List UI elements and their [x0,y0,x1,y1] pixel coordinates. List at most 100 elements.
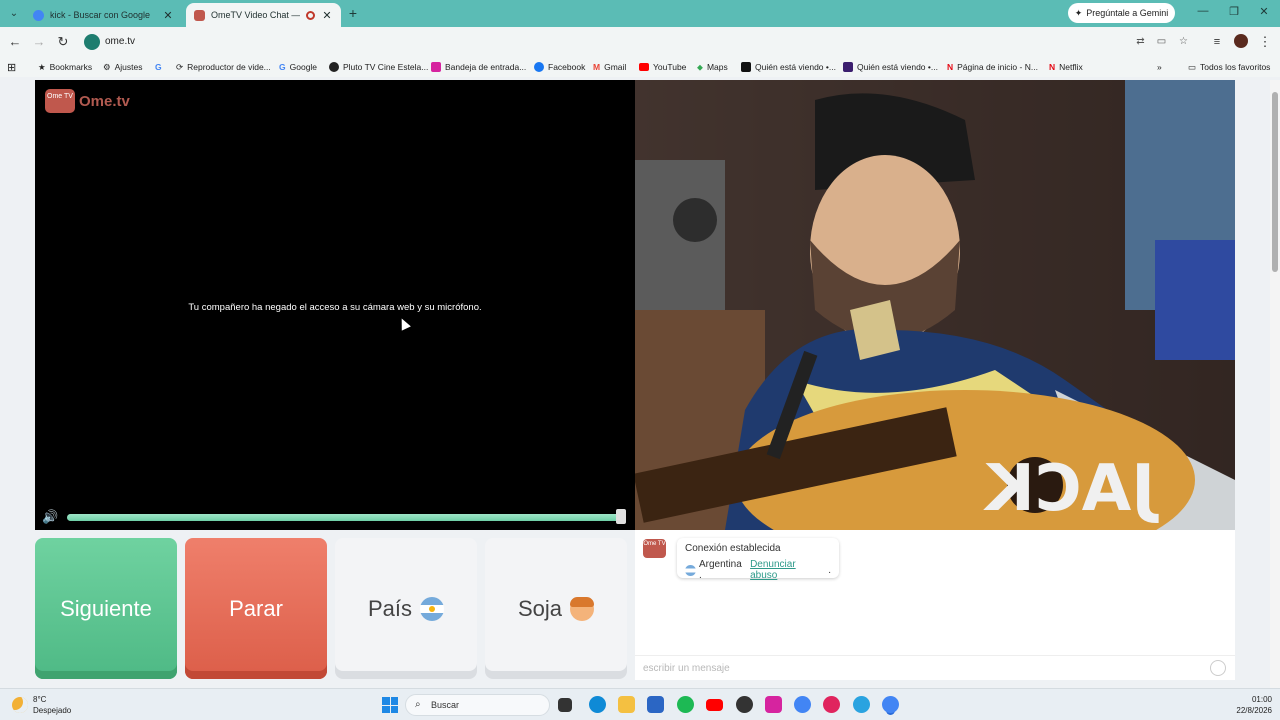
new-tab-plus-icon[interactable]: + [346,5,360,21]
store-icon[interactable] [647,696,664,713]
bookmark-item[interactable]: Facebook [534,60,585,74]
bookmark-item[interactable]: ★ Bookmarks [38,60,92,74]
chat-message-input[interactable]: escribir un mensaje [635,655,1235,680]
weather-description[interactable]: Despejado [33,706,71,715]
bookmark-item[interactable]: N Netflix [1049,60,1083,74]
edge-icon[interactable] [589,696,606,713]
close-window-icon[interactable]: ✕ [1257,5,1271,18]
translate-icon[interactable]: ⇄ [1134,35,1147,48]
facebook-icon [534,62,544,72]
bookmark-star-icon[interactable]: ☆ [1177,35,1190,48]
url-text[interactable]: ome.tv [105,36,135,47]
bookmark-item[interactable]: Quién está viendo •... [843,60,938,74]
bookmark-item[interactable]: G Google [279,60,317,74]
netflix-icon: N [1049,62,1056,72]
bookmark-item[interactable]: N Página de inicio - N... [947,60,1038,74]
ometv-logo[interactable]: Ome TV Ome.tv [45,89,130,113]
apps-grid-icon[interactable]: ⊞ [7,60,16,74]
partner-video: Ome TV Ome.tv Tu compañero ha negado el … [35,80,635,530]
tv-logo-icon: Ome TV [45,89,75,113]
more-bookmarks-chevron-icon[interactable]: » [1157,60,1162,74]
media-player-icon[interactable] [823,696,840,713]
bookmark-item[interactable]: Pluto TV Cine Estela... [329,60,428,74]
bookmark-item[interactable]: M Gmail [593,60,626,74]
close-tab-icon[interactable]: ✕ [321,9,333,22]
youtube-icon [639,63,649,71]
bookmark-item[interactable]: G [155,60,162,74]
task-view-icon[interactable] [558,698,572,712]
back-arrow-icon[interactable]: ← [7,34,23,50]
cast-icon[interactable]: ▭ [1155,35,1168,48]
clock-date[interactable]: 22/8/2026 [1222,706,1272,715]
connection-status: Conexión establecida [685,543,781,554]
page-scrollbar[interactable] [1270,80,1280,688]
volume-slider[interactable] [67,514,621,521]
close-tab-icon[interactable]: ✕ [162,9,174,22]
telegram-icon[interactable] [853,696,870,713]
windows-taskbar: 8°C Despejado ⌕ Buscar 01:00 22/8/2026 [0,688,1280,720]
forward-arrow-icon[interactable]: → [31,34,47,50]
ometv-favicon-icon [194,9,205,21]
next-button[interactable]: Siguiente [35,538,177,679]
max-icon [843,62,853,72]
windows-start-icon[interactable] [382,697,398,713]
folder-icon: ▭ [1188,61,1197,72]
report-abuse-link[interactable]: Denunciar abuso [750,559,825,581]
clock-time[interactable]: 01:00 [1222,695,1272,704]
minimize-window-icon[interactable]: — [1196,5,1210,17]
volume-fill [67,514,621,521]
stop-button[interactable]: Parar [185,538,327,679]
scrollbar-thumb[interactable] [1272,92,1278,272]
bookmark-item[interactable]: ⟳ Reproductor de vide... [176,60,271,74]
file-explorer-icon[interactable] [618,696,635,713]
maps-icon: ⬥ [697,61,703,72]
tab-search-chevron-icon[interactable]: ⌄ [6,6,22,22]
tab-ometv[interactable]: OmeTV Video Chat — Altern ✕ [186,3,341,27]
moon-weather-icon[interactable] [12,697,28,713]
speaker-icon[interactable]: 🔊 [42,509,62,525]
more-menu-icon[interactable]: ⋮ [1257,34,1273,50]
all-bookmarks-folder[interactable]: ▭ Todos los favoritos [1188,60,1270,74]
site-info-icon[interactable] [84,34,100,50]
obs-icon[interactable] [736,696,753,713]
gear-icon: ⚙ [103,61,111,72]
argentina-flag-icon [420,596,445,621]
bookmark-item[interactable]: Bandeja de entrada... [431,60,526,74]
gender-filter-button[interactable]: Soja [485,538,627,679]
system-message: Conexión establecida Argentina . Denunci… [677,538,839,581]
chrome-active-icon[interactable] [882,696,899,713]
partner-country: Argentina . [699,559,742,581]
argentina-flag-icon [685,564,696,576]
bookmark-item[interactable]: ⚙ Ajustes [103,60,143,74]
bookmark-item[interactable]: YouTube [639,60,686,74]
mouse-cursor-icon [397,316,411,331]
recording-indicator-icon [306,10,315,20]
google-favicon-icon [33,9,44,21]
weather-temperature[interactable]: 8°C [33,695,46,704]
reload-icon[interactable]: ↻ [55,34,71,50]
instagram-icon[interactable] [765,696,782,713]
profile-avatar[interactable] [1234,34,1248,48]
restore-window-icon[interactable]: ❐ [1227,5,1241,18]
reading-list-icon[interactable]: ≡ [1209,34,1225,50]
bookmark-item[interactable]: ⬥ Maps [697,60,728,74]
country-filter-button[interactable]: País [335,538,477,679]
spotify-icon[interactable] [677,696,694,713]
youtube-icon[interactable] [706,699,723,711]
address-bar[interactable]: ome.tv ⇄ ▭ ☆ [80,31,1200,53]
stop-label: Parar [229,595,283,621]
google-icon: G [279,62,286,72]
search-placeholder: Buscar [431,700,460,710]
tab-google-search[interactable]: kick - Buscar con Google ✕ [25,3,182,27]
pluto-tv-icon [329,62,339,72]
webcam-feed-image: JACK [635,80,1235,530]
volume-handle[interactable] [616,509,626,524]
chrome-icon[interactable] [794,696,811,713]
bookmark-item[interactable]: Quién está viendo •... [741,60,836,74]
taskbar-search[interactable]: ⌕ Buscar [405,694,550,716]
ometv-chat-logo-icon: Ome TV [643,539,666,558]
ask-gemini-button[interactable]: ✦ Pregúntale a Gemini [1068,3,1175,23]
next-label: Siguiente [60,595,152,621]
google-icon: G [155,62,162,72]
emoji-icon[interactable] [1210,660,1226,676]
